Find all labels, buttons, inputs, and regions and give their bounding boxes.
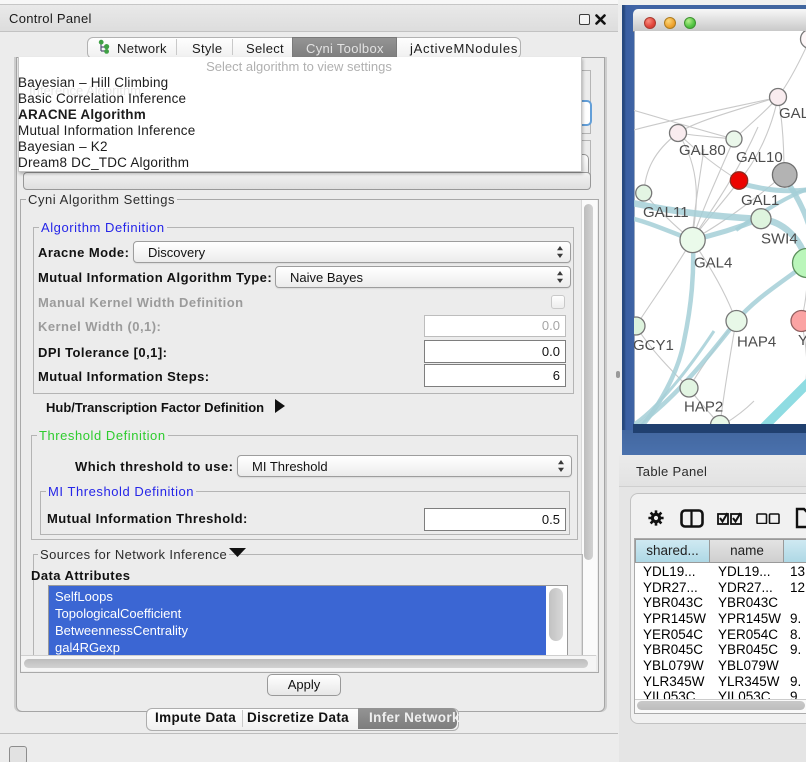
svg-text:HAP2: HAP2 [684,399,723,416]
svg-text:GCY1: GCY1 [634,337,674,354]
svg-text:GAL11: GAL11 [643,204,689,221]
svg-text:HAP4: HAP4 [737,334,776,351]
svg-text:GAL4: GAL4 [694,255,732,272]
svg-text:Y: Y [798,332,806,349]
svg-text:GAL10: GAL10 [736,149,783,166]
svg-text:GAL80: GAL80 [679,142,726,159]
svg-text:GAL: GAL [779,105,806,122]
svg-text:GAL1: GAL1 [741,192,779,209]
svg-text:SWI4: SWI4 [761,231,798,248]
